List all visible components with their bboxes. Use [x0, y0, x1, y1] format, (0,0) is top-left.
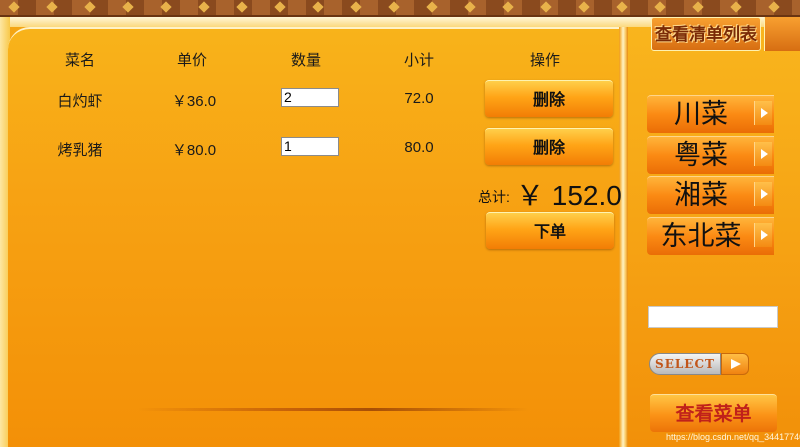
border-ornament — [8, 1, 20, 13]
border-ornament — [122, 1, 134, 13]
border-ornament — [692, 1, 704, 13]
decorative-line — [138, 408, 528, 411]
border-ornament — [312, 1, 324, 13]
border-ornament — [730, 1, 742, 13]
category-label: 东北菜 — [660, 221, 742, 252]
panel-divider — [619, 27, 628, 447]
right-arrow-icon — [754, 101, 772, 125]
row2-subtotal: 80.0 — [404, 139, 434, 156]
category-button-hunan[interactable]: 湘菜 — [647, 176, 774, 214]
header-quantity: 数量 — [290, 52, 321, 69]
right-arrow-icon — [754, 142, 772, 166]
border-ornament — [236, 1, 248, 13]
border-ornament — [46, 1, 58, 13]
border-ornament — [464, 1, 476, 13]
header-price: 单价 — [176, 52, 207, 69]
row1-price: ￥36.0 — [171, 93, 217, 110]
border-ornament — [540, 1, 552, 13]
row2-quantity-input[interactable]: 1 — [281, 137, 339, 156]
border-ornament — [502, 1, 514, 13]
total-value: ￥ 152.0 — [516, 180, 622, 211]
view-list-button-extension — [764, 17, 800, 51]
border-ornament — [84, 1, 96, 13]
border-ornament — [616, 1, 628, 13]
row2-name: 烤乳猪 — [57, 142, 103, 159]
category-label: 川菜 — [674, 99, 728, 130]
row1-quantity-input[interactable]: 2 — [281, 88, 339, 107]
border-ornament — [160, 1, 172, 13]
row2-price: ￥80.0 — [171, 142, 217, 159]
category-label: 湘菜 — [674, 180, 728, 211]
border-ornament — [388, 1, 400, 13]
category-label: 粤菜 — [674, 140, 728, 171]
right-arrow-icon — [754, 182, 772, 206]
view-menu-button[interactable]: 查看菜单 — [650, 394, 777, 432]
header-name: 菜名 — [64, 52, 95, 69]
place-order-button[interactable]: 下单 — [486, 212, 614, 249]
category-button-sichuan[interactable]: 川菜 — [647, 95, 774, 133]
row1-name: 白灼虾 — [57, 93, 103, 110]
row1-delete-button[interactable]: 删除 — [485, 80, 613, 117]
top-decorative-border — [0, 0, 800, 17]
search-input[interactable] — [648, 306, 778, 328]
border-ornament — [426, 1, 438, 13]
select-button[interactable]: SELECT — [649, 353, 721, 375]
border-ornament — [198, 1, 210, 13]
watermark: https://blog.csdn.net/qq_34417740 — [666, 432, 800, 442]
border-ornament — [578, 1, 590, 13]
view-list-button[interactable]: 查看清单列表 — [651, 17, 761, 51]
border-ornament — [274, 1, 286, 13]
select-arrow-icon[interactable] — [721, 353, 749, 375]
total-label: 总计: — [478, 189, 510, 205]
row2-delete-button[interactable]: 删除 — [485, 128, 613, 165]
right-arrow-icon — [754, 223, 772, 247]
header-subtotal: 小计 — [403, 52, 434, 69]
category-button-northeast[interactable]: 东北菜 — [647, 217, 774, 255]
border-ornament — [350, 1, 362, 13]
row1-subtotal: 72.0 — [404, 90, 434, 107]
border-ornament — [654, 1, 666, 13]
category-button-cantonese[interactable]: 粤菜 — [647, 136, 774, 174]
border-ornament — [768, 1, 780, 13]
header-action: 操作 — [529, 52, 560, 69]
